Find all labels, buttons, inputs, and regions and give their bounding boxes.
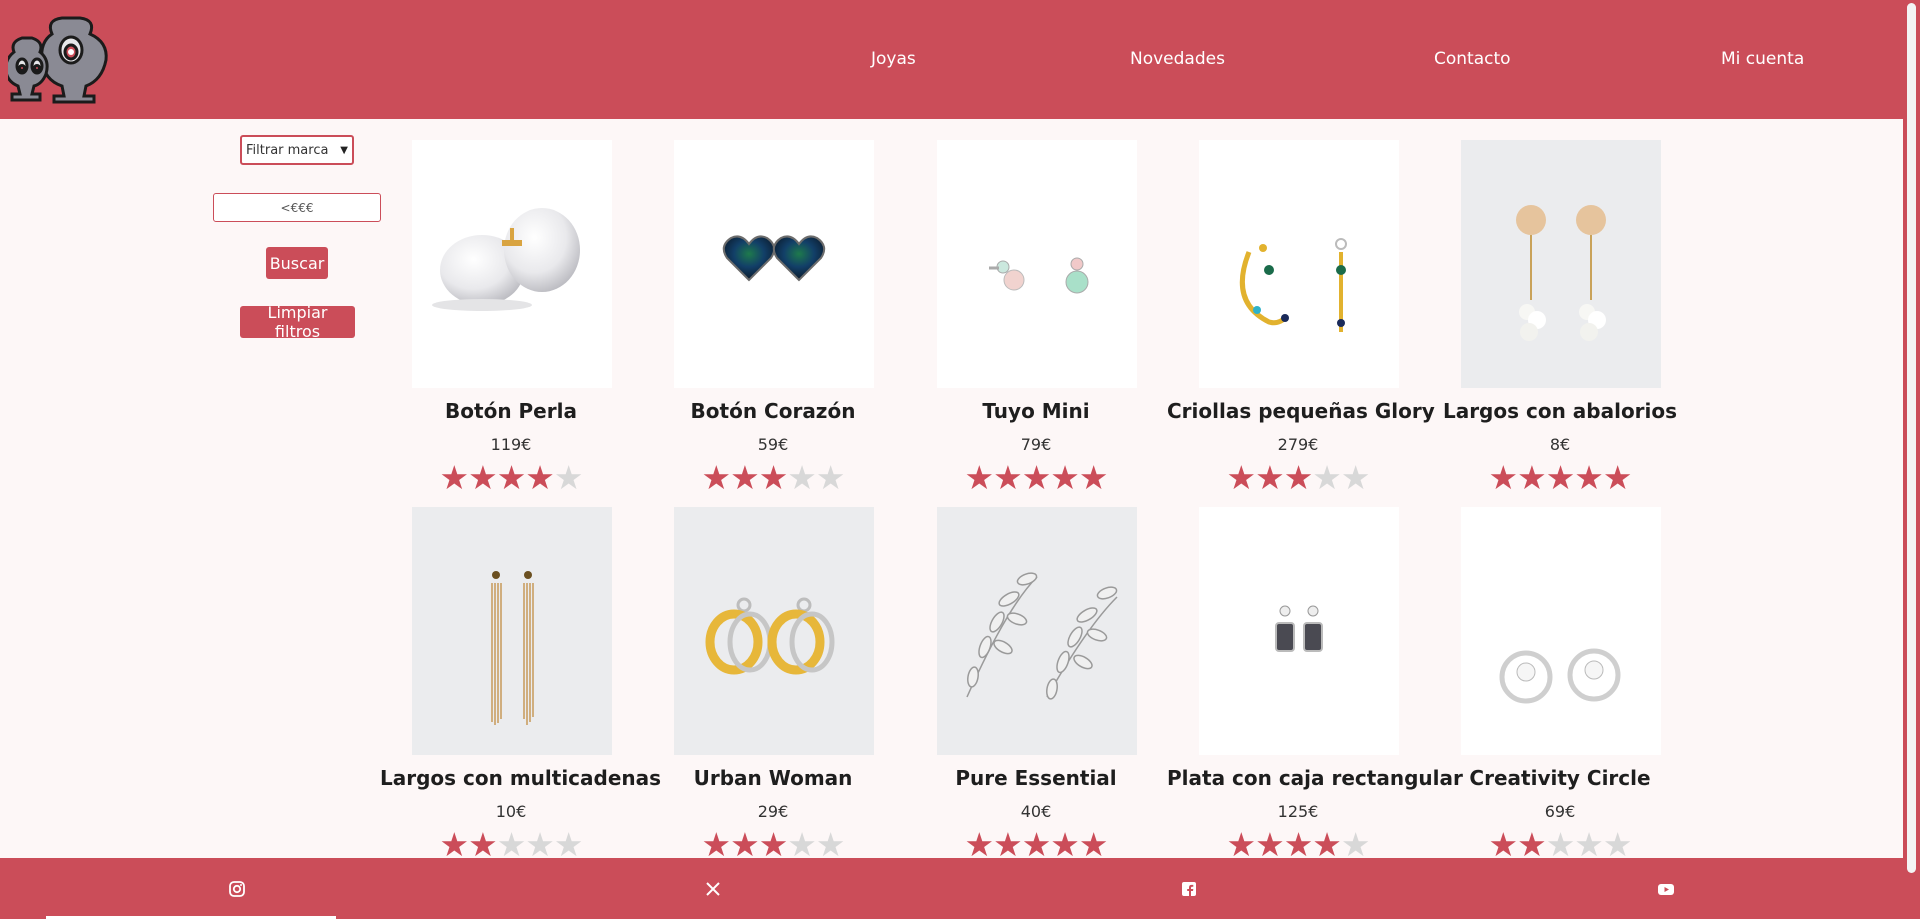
star-icon: ★	[701, 459, 732, 496]
product-image[interactable]	[1461, 507, 1661, 755]
star-icon: ★	[758, 459, 789, 496]
nav-joyas[interactable]: Joyas	[871, 49, 916, 69]
star-rating: ★★★★★	[1429, 458, 1691, 498]
x-icon[interactable]	[704, 880, 722, 898]
rectangular-drop-earrings-icon	[1275, 605, 1323, 652]
product-price: 119€	[490, 435, 532, 454]
product-image[interactable]	[1461, 140, 1661, 388]
star-icon: ★	[787, 459, 817, 496]
double-ring-earrings-icon	[705, 597, 835, 675]
search-button[interactable]: Buscar	[266, 247, 328, 279]
star-icon: ★	[1574, 459, 1604, 496]
star-rating: ★★★★★	[642, 458, 904, 498]
product-name[interactable]: Largos con abalorios	[1429, 399, 1691, 423]
brand-filter-value: Filtrar marca	[246, 142, 329, 158]
product-name[interactable]: Criollas pequeñas Glory	[1167, 399, 1435, 423]
star-icon: ★	[553, 459, 584, 496]
max-price-input[interactable]	[213, 193, 381, 222]
star-icon: ★	[1517, 459, 1547, 496]
nav-contacto[interactable]: Contacto	[1434, 49, 1511, 69]
product-price: 125€	[1277, 802, 1319, 821]
product-image[interactable]	[937, 507, 1137, 755]
chevron-down-icon: ▼	[340, 144, 348, 156]
leaf-climber-earrings-icon	[966, 572, 1118, 700]
product-name[interactable]: Tuyo Mini	[905, 399, 1167, 423]
star-icon: ★	[1602, 459, 1633, 496]
star-icon: ★	[1545, 459, 1576, 496]
star-icon: ★	[1226, 459, 1257, 496]
product-price: 69€	[1544, 802, 1576, 821]
product-image[interactable]	[674, 507, 874, 755]
product-price: 8€	[1549, 435, 1571, 454]
brand-filter-select[interactable]: Filtrar marca ▼	[240, 135, 354, 165]
star-rating: ★★★★★	[1167, 458, 1429, 498]
instagram-icon[interactable]	[228, 880, 246, 898]
scrollbar-thumb[interactable]	[1907, 3, 1916, 873]
circle-stud-earrings-icon	[1499, 648, 1621, 704]
pearl-earrings-icon	[432, 208, 580, 311]
star-icon: ★	[993, 459, 1023, 496]
site-footer	[0, 858, 1903, 919]
gem-stud-earrings-icon	[989, 257, 1089, 294]
product-name[interactable]: Largos con multicadenas	[380, 766, 661, 790]
jewelry-logo[interactable]	[8, 10, 112, 106]
star-icon: ★	[439, 459, 470, 496]
facebook-icon[interactable]	[1180, 880, 1198, 898]
product-price: 279€	[1277, 435, 1319, 454]
star-icon: ★	[1078, 459, 1109, 496]
site-header: Joyas Novedades Contacto Mi cuenta	[0, 0, 1903, 119]
star-icon: ★	[1312, 459, 1342, 496]
heart-earrings-icon	[722, 235, 826, 282]
product-price: 10€	[495, 802, 527, 821]
vertical-scrollbar[interactable]	[1903, 0, 1920, 919]
product-image[interactable]	[1199, 140, 1399, 388]
star-icon: ★	[1050, 459, 1080, 496]
product-image[interactable]	[937, 140, 1137, 388]
product-name[interactable]: Plata con caja rectangular	[1167, 766, 1463, 790]
product-image[interactable]	[412, 140, 612, 388]
product-image[interactable]	[412, 507, 612, 755]
nav-mi-cuenta[interactable]: Mi cuenta	[1721, 49, 1804, 69]
product-name[interactable]: Urban Woman	[642, 766, 904, 790]
star-icon: ★	[1283, 459, 1314, 496]
product-name[interactable]: Botón Corazón	[642, 399, 904, 423]
youtube-icon[interactable]	[1657, 880, 1675, 898]
nav-novedades[interactable]: Novedades	[1130, 49, 1225, 69]
star-icon: ★	[1488, 459, 1519, 496]
star-icon: ★	[1255, 459, 1285, 496]
product-image[interactable]	[674, 140, 874, 388]
product-price: 59€	[757, 435, 789, 454]
star-icon: ★	[496, 459, 527, 496]
star-icon: ★	[525, 459, 555, 496]
product-image[interactable]	[1199, 507, 1399, 755]
product-name[interactable]: Pure Essential	[905, 766, 1167, 790]
star-icon: ★	[815, 459, 846, 496]
star-rating: ★★★★★	[905, 458, 1167, 498]
bead-drop-earrings-icon	[1516, 205, 1606, 341]
star-icon: ★	[730, 459, 760, 496]
product-price: 29€	[757, 802, 789, 821]
product-name[interactable]: Botón Perla	[380, 399, 642, 423]
clear-filters-button[interactable]: Limpiar filtros	[240, 303, 355, 341]
star-rating: ★★★★★	[380, 458, 642, 498]
hoop-earrings-icon	[1239, 238, 1347, 332]
product-price: 79€	[1020, 435, 1052, 454]
star-icon: ★	[1021, 459, 1052, 496]
star-icon: ★	[468, 459, 498, 496]
star-icon: ★	[1340, 459, 1371, 496]
chain-earrings-icon	[491, 571, 534, 725]
product-price: 40€	[1020, 802, 1052, 821]
star-icon: ★	[964, 459, 995, 496]
product-name[interactable]: Creativity Circle	[1429, 766, 1691, 790]
